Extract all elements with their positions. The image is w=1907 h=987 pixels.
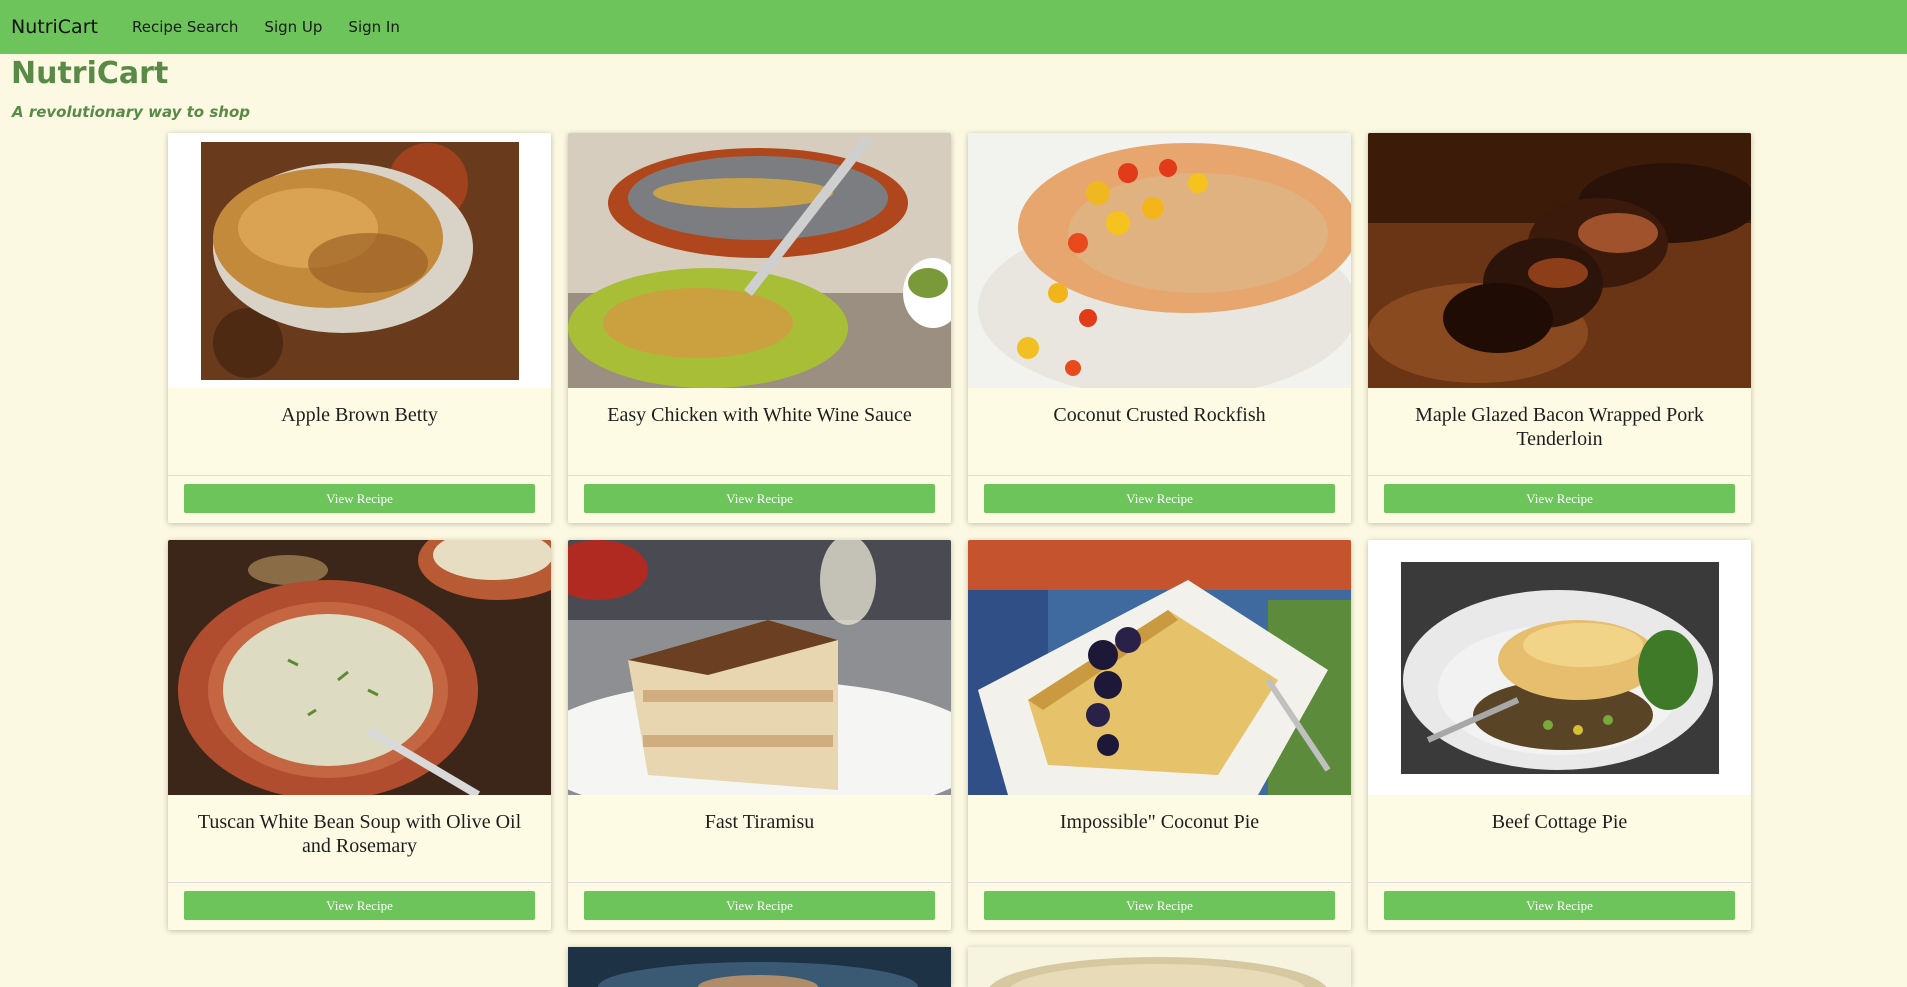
recipe-grid: Apple Brown Betty View Recipe Easy Chick… [168,133,1754,930]
top-navbar: NutriCart Recipe Search Sign Up Sign In [0,0,1907,54]
recipe-image[interactable] [1368,540,1751,795]
recipe-card: Easy Chicken with White Wine Sauce View … [568,133,951,523]
recipe-title: Beef Cottage Pie [1368,795,1751,883]
recipe-image[interactable] [968,540,1351,795]
nav-link-sign-in[interactable]: Sign In [348,18,399,36]
recipe-card: Coconut Crusted Rockfish View Recipe [968,133,1351,523]
recipe-title: Fast Tiramisu [568,795,951,883]
view-recipe-button[interactable]: View Recipe [584,891,935,920]
recipe-image[interactable] [568,133,951,388]
view-recipe-button[interactable]: View Recipe [184,891,535,920]
recipe-card: Apple Brown Betty View Recipe [168,133,551,523]
brand-link[interactable]: NutriCart [11,16,98,38]
view-recipe-button[interactable]: View Recipe [584,484,935,513]
recipe-card-partial[interactable] [968,947,1351,987]
recipe-card: Maple Glazed Bacon Wrapped Pork Tenderlo… [1368,133,1751,523]
recipe-title: Easy Chicken with White Wine Sauce [568,388,951,476]
recipe-image[interactable] [568,540,951,795]
recipe-image[interactable] [1368,133,1751,388]
recipe-title: Apple Brown Betty [168,388,551,476]
recipe-card: Impossible" Coconut Pie View Recipe [968,540,1351,930]
page-tagline: A revolutionary way to shop [12,103,250,121]
recipe-title: Impossible" Coconut Pie [968,795,1351,883]
recipe-card: Tuscan White Bean Soup with Olive Oil an… [168,540,551,930]
nav-link-sign-up[interactable]: Sign Up [264,18,322,36]
recipe-image[interactable] [568,947,951,987]
recipe-image[interactable] [968,947,1351,987]
recipe-title: Coconut Crusted Rockfish [968,388,1351,476]
recipe-title: Tuscan White Bean Soup with Olive Oil an… [168,795,551,883]
recipe-image[interactable] [168,133,551,388]
view-recipe-button[interactable]: View Recipe [984,484,1335,513]
nav-link-recipe-search[interactable]: Recipe Search [132,18,238,36]
recipe-card: Beef Cottage Pie View Recipe [1368,540,1751,930]
recipe-image[interactable] [168,540,551,795]
page-title: NutriCart [11,56,169,91]
recipe-title: Maple Glazed Bacon Wrapped Pork Tenderlo… [1368,388,1751,476]
view-recipe-button[interactable]: View Recipe [1384,891,1735,920]
view-recipe-button[interactable]: View Recipe [1384,484,1735,513]
view-recipe-button[interactable]: View Recipe [984,891,1335,920]
recipe-card-partial[interactable] [568,947,951,987]
recipe-card: Fast Tiramisu View Recipe [568,540,951,930]
view-recipe-button[interactable]: View Recipe [184,484,535,513]
recipe-image[interactable] [968,133,1351,388]
